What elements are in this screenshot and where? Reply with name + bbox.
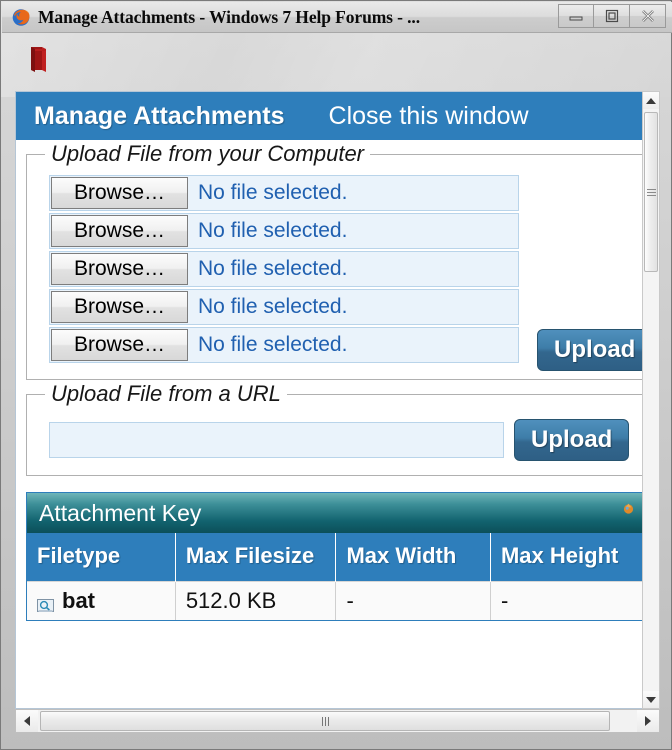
attachment-key-table: Filetype Max Filesize Max Width Max Heig… (27, 533, 643, 620)
scroll-left-arrow-icon[interactable] (16, 710, 38, 732)
file-status-label: No file selected. (198, 219, 348, 242)
page-viewport: Manage Attachments Close this window Upl… (15, 91, 643, 709)
browse-button[interactable]: Browse… (51, 215, 188, 247)
cell-max-filesize: 512.0 KB (175, 581, 337, 620)
close-this-window-link[interactable]: Close this window (329, 102, 529, 131)
cell-filetype: bat (27, 581, 176, 620)
url-input[interactable] (49, 422, 504, 458)
file-input-row[interactable]: Browse… No file selected. (49, 175, 519, 211)
table-row: bat 512.0 KB - - (27, 581, 643, 620)
collapse-arrow-icon[interactable] (622, 502, 635, 515)
horizontal-scrollbar[interactable] (15, 709, 660, 733)
file-input-row[interactable]: Browse… No file selected. (49, 327, 519, 363)
window-controls (558, 4, 666, 28)
file-input-row[interactable]: Browse… No file selected. (49, 289, 519, 325)
bookmarks-book-icon[interactable] (28, 45, 50, 73)
upload-files-button[interactable]: Upload (537, 329, 643, 371)
scroll-right-arrow-icon[interactable] (637, 710, 659, 732)
filetype-name: bat (62, 588, 95, 613)
column-header-max-width: Max Width (335, 533, 491, 582)
upload-url-button[interactable]: Upload (514, 419, 630, 461)
url-upload-row: Upload (49, 419, 643, 461)
table-header-row: Filetype Max Filesize Max Width Max Heig… (27, 533, 643, 582)
page-content: Manage Attachments Close this window Upl… (16, 92, 643, 621)
cell-max-width: - (335, 581, 491, 620)
title-bar[interactable]: Manage Attachments - Windows 7 Help Foru… (2, 2, 672, 33)
scroll-down-arrow-icon[interactable] (643, 691, 659, 708)
browser-window: Manage Attachments - Windows 7 Help Foru… (0, 0, 672, 750)
column-header-max-filesize: Max Filesize (175, 533, 337, 582)
browse-button[interactable]: Browse… (51, 291, 188, 323)
horizontal-scrollbar-thumb[interactable] (40, 711, 610, 731)
attachment-key-header[interactable]: Attachment Key (27, 493, 643, 533)
attachment-key-title: Attachment Key (39, 499, 202, 526)
browse-button[interactable]: Browse… (51, 177, 188, 209)
column-header-filetype: Filetype (27, 533, 176, 582)
scroll-up-arrow-icon[interactable] (643, 92, 659, 109)
page-title: Manage Attachments (34, 101, 285, 130)
upload-from-url-legend: Upload File from a URL (45, 381, 287, 407)
file-input-row[interactable]: Browse… No file selected. (49, 251, 519, 287)
file-status-label: No file selected. (198, 333, 348, 356)
upload-from-computer-section: Upload File from your Computer Browse… N… (26, 141, 643, 380)
upload-from-computer-legend: Upload File from your Computer (45, 141, 371, 167)
browser-toolbar (2, 33, 672, 91)
file-input-rows: Browse… No file selected. Browse… No fil… (49, 175, 643, 371)
attachment-key-panel: Attachment Key Filetype Max Filesize Max… (26, 492, 643, 621)
file-input-row[interactable]: Browse… No file selected. (49, 213, 519, 249)
scrollbar-grip (646, 187, 656, 198)
file-preview-icon (37, 594, 54, 612)
page-header: Manage Attachments Close this window (16, 92, 643, 140)
column-header-max-height: Max Height (490, 533, 643, 582)
maximize-button[interactable] (594, 4, 630, 28)
vertical-scrollbar-thumb[interactable] (644, 112, 658, 272)
firefox-icon (11, 7, 31, 27)
vertical-scrollbar[interactable] (642, 91, 660, 709)
file-status-label: No file selected. (198, 295, 348, 318)
scrollbar-grip (321, 716, 329, 726)
file-status-label: No file selected. (198, 181, 348, 204)
browse-button[interactable]: Browse… (51, 329, 188, 361)
minimize-button[interactable] (558, 4, 594, 28)
file-status-label: No file selected. (198, 257, 348, 280)
close-button[interactable] (630, 4, 666, 28)
browse-button[interactable]: Browse… (51, 253, 188, 285)
upload-from-url-section: Upload File from a URL Upload (26, 381, 643, 476)
window-title: Manage Attachments - Windows 7 Help Foru… (38, 6, 420, 27)
cell-max-height: - (490, 581, 643, 620)
